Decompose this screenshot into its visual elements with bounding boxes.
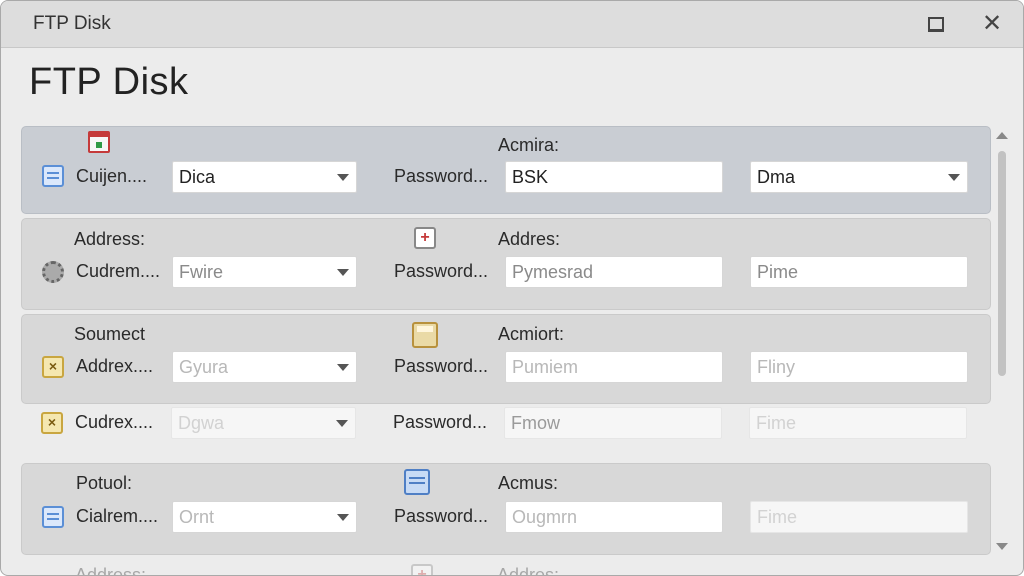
- option-value: Fime: [757, 507, 797, 527]
- password-field[interactable]: Ougmrn: [505, 501, 723, 533]
- option-value: Fime: [756, 413, 796, 433]
- chevron-down-icon[interactable]: [941, 162, 967, 192]
- disk-icon: [412, 322, 438, 348]
- calendar-icon: [42, 506, 64, 528]
- password-value: Pumiem: [512, 357, 579, 377]
- row-title: Address:: [75, 565, 147, 576]
- list-item[interactable]: Potuol: Acmus: Cialrem.... Ornt Password…: [21, 463, 991, 555]
- password-value: Ougmrn: [512, 507, 578, 527]
- option-value: Pime: [757, 262, 799, 282]
- connection-list: Acmira: Cuijen.... Dica Password... BSK …: [21, 126, 991, 576]
- list-item[interactable]: Acmira: Cuijen.... Dica Password... BSK …: [21, 126, 991, 214]
- top-field-label: Addres:: [497, 565, 560, 576]
- password-field[interactable]: Pymesrad: [505, 256, 723, 288]
- row-title: Address:: [74, 229, 146, 249]
- password-field[interactable]: BSK: [505, 161, 723, 193]
- title-bar: FTP Disk ✕: [1, 1, 1023, 48]
- password-label: Password...: [393, 412, 488, 432]
- x-box-icon: ×: [41, 412, 63, 434]
- list-item[interactable]: × Cudrex.... Dgwa Password... Fmow Fime: [21, 404, 989, 454]
- chevron-down-icon[interactable]: [329, 408, 355, 438]
- gear-icon: [42, 261, 64, 283]
- option-select[interactable]: Dma: [750, 161, 968, 193]
- combo-box[interactable]: Ornt: [172, 501, 357, 533]
- top-field-label: Acmiort:: [498, 324, 565, 344]
- top-field-label: Acmus:: [498, 473, 559, 493]
- vertical-scrollbar[interactable]: [993, 126, 1011, 556]
- x-box-icon: ×: [42, 356, 64, 378]
- password-label: Password...: [394, 261, 489, 281]
- chevron-down-icon[interactable]: [330, 502, 356, 532]
- option-field[interactable]: Fliny: [750, 351, 968, 383]
- page-heading: FTP Disk: [29, 61, 189, 103]
- top-field-label: Acmira:: [498, 135, 560, 155]
- scroll-up-icon[interactable]: [996, 132, 1008, 139]
- password-value: BSK: [512, 167, 549, 187]
- option-value: Fliny: [757, 357, 796, 377]
- field-label: Addrex....: [76, 356, 154, 376]
- list-item[interactable]: Address: + Addres:: [21, 561, 989, 576]
- password-label: Password...: [394, 506, 489, 526]
- list-item[interactable]: Address: + Addres: Cudrem.... Fwire Pass…: [21, 218, 991, 310]
- field-label: Cudrex....: [75, 412, 154, 432]
- window-title: FTP Disk: [33, 13, 111, 34]
- chevron-down-icon[interactable]: [330, 352, 356, 382]
- close-button[interactable]: ✕: [977, 10, 1007, 38]
- select-value: Dma: [757, 167, 796, 187]
- combo-value: Dica: [179, 167, 216, 187]
- combo-value: Ornt: [179, 507, 215, 527]
- password-label: Password...: [394, 356, 489, 376]
- scroll-thumb[interactable]: [998, 151, 1006, 376]
- scroll-down-icon[interactable]: [996, 543, 1008, 550]
- option-field[interactable]: Fime: [750, 501, 968, 533]
- option-field[interactable]: Fime: [749, 407, 967, 439]
- combo-box[interactable]: Gyura: [172, 351, 357, 383]
- field-label: Cudrem....: [76, 261, 161, 281]
- password-value: Pymesrad: [512, 262, 594, 282]
- password-field[interactable]: Fmow: [504, 407, 722, 439]
- close-icon: ✕: [981, 10, 1003, 37]
- password-value: Fmow: [511, 413, 560, 433]
- combo-box[interactable]: Dica: [172, 161, 357, 193]
- top-field-label: Addres:: [498, 229, 561, 249]
- maximize-icon: [928, 16, 944, 32]
- list-item[interactable]: Soumect Acmiort: × Addrex.... Gyura Pass…: [21, 314, 991, 404]
- field-label: Cialrem....: [76, 506, 159, 526]
- row-title: Soumect: [74, 324, 146, 344]
- combo-value: Gyura: [179, 357, 229, 377]
- calendar-icon: [42, 165, 64, 187]
- combo-value: Fwire: [179, 262, 223, 282]
- combo-box[interactable]: Dgwa: [171, 407, 356, 439]
- row-title: Potuol:: [76, 473, 133, 493]
- password-label: Password...: [394, 166, 489, 186]
- combo-value: Dgwa: [178, 413, 225, 433]
- field-label: Cuijen....: [76, 166, 148, 186]
- chevron-down-icon[interactable]: [330, 257, 356, 287]
- add-icon: +: [414, 227, 436, 249]
- pin-icon: [88, 131, 110, 153]
- password-field[interactable]: Pumiem: [505, 351, 723, 383]
- maximize-button[interactable]: [921, 10, 951, 38]
- document-icon: [404, 469, 430, 495]
- add-icon: +: [411, 564, 433, 575]
- ftp-disk-window: FTP Disk ✕ FTP Disk Acmira: Cuijen.... D…: [0, 0, 1024, 576]
- combo-box[interactable]: Fwire: [172, 256, 357, 288]
- chevron-down-icon[interactable]: [330, 162, 356, 192]
- option-field[interactable]: Pime: [750, 256, 968, 288]
